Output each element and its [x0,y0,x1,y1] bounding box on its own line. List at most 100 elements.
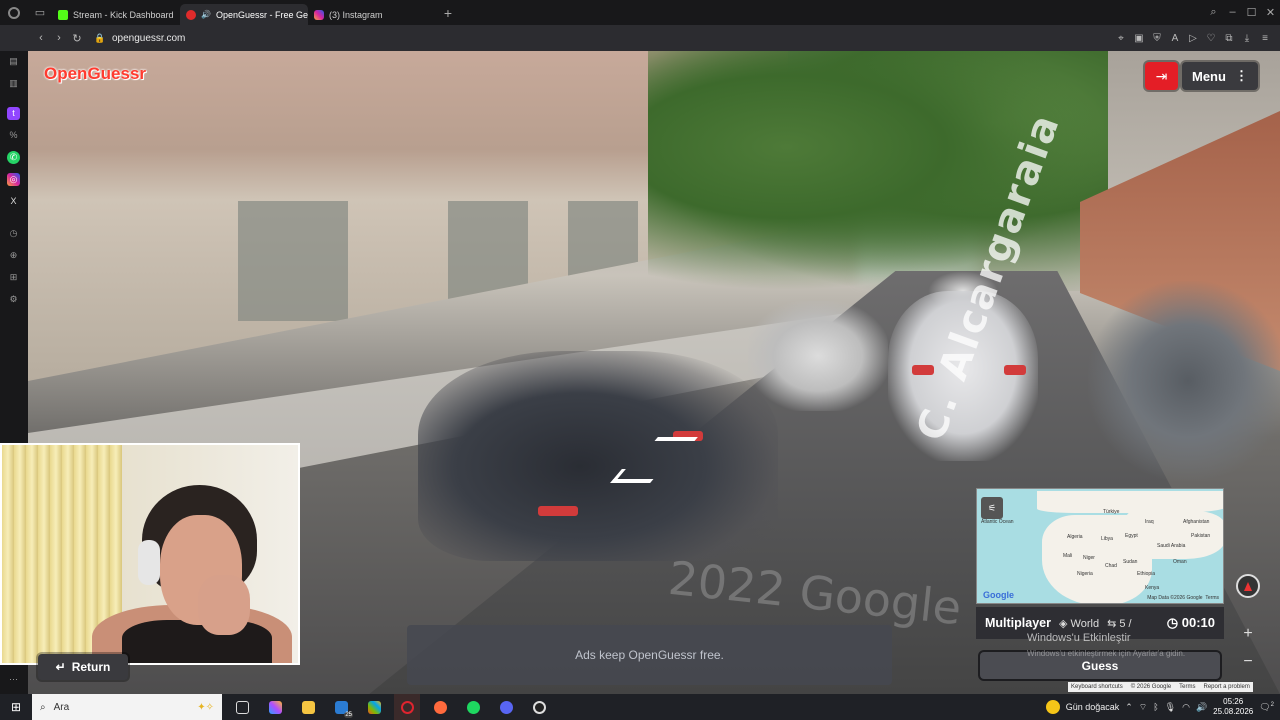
opera-taskbar-icon[interactable] [394,694,420,720]
maximize-icon[interactable]: ☐ [1242,6,1261,19]
search-tabs-icon[interactable]: ⌕ [1204,6,1223,19]
windows-taskbar: ⊞ ⌕ Ara ✦✧ 25 Gün doğacak ⌃ ⌔ ᛒ 🎙 ◠ 🔊 05… [0,694,1280,720]
keyboard-shortcuts-link[interactable]: Keyboard shortcuts [1071,684,1123,690]
adblock-icon[interactable]: ⛨ [1148,33,1166,44]
clock-icon: ◷ [1166,615,1179,630]
map-label: Ethiopia [1137,571,1156,577]
more-icon[interactable]: ⋯ [7,673,20,686]
copilot-sparkle-icon: ✦✧ [197,701,214,713]
webcam-overlay [0,443,300,665]
extensions-icon[interactable]: ⧉ [1220,33,1238,44]
map-settings-button[interactable]: ⚟ [981,497,1003,519]
map-footer: Keyboard shortcuts © 2026 Google Terms R… [1068,682,1253,692]
pin-icon[interactable]: ⌖ [1112,33,1130,44]
x-icon[interactable]: X [7,195,20,208]
taskbar-clock[interactable]: 05:26 25.08.2026 [1213,697,1253,717]
terms-link[interactable]: Terms [1179,684,1195,690]
search-icon: ⌕ [40,701,46,713]
parked-car [418,351,778,561]
obs-icon[interactable] [526,694,552,720]
map-label: Mali [1063,553,1073,559]
close-icon[interactable]: ✕ [1261,6,1280,19]
workspaces-icon[interactable]: ▭ [28,0,52,25]
guess-map[interactable]: Türkiye Atlantic Ocean Iraq Afghanistan … [976,488,1224,604]
downloads-icon[interactable]: ⊕ [7,249,20,262]
instagram-sidebar-icon[interactable]: ◎ [7,173,20,186]
instagram-icon [314,9,324,20]
menu-label: Menu [1192,68,1226,84]
taskbar-search[interactable]: ⌕ Ara ✦✧ [32,694,222,720]
map-label: Chad [1105,563,1117,569]
news-icon[interactable]: ▥ [7,77,20,90]
wifi-icon[interactable]: ◠ [1182,702,1190,713]
map-label: Egypt [1125,533,1138,539]
windows-activation-watermark: Windows'u Etkinleştir [1027,632,1131,644]
report-problem-link[interactable]: Report a problem [1204,684,1250,690]
copyright: © 2026 Google [1130,684,1172,690]
volume-icon[interactable]: 🔊 [1196,702,1207,713]
map-label: Pakistan [1191,533,1211,539]
mail-icon[interactable]: 25 [328,694,354,720]
weather-text[interactable]: Gün doğacak [1066,702,1120,712]
chevron-up-icon[interactable]: ⌃ [1125,702,1133,713]
windows-start-icon[interactable]: ⊞ [0,700,32,714]
snapshot-icon[interactable]: ▣ [1130,33,1148,44]
forward-icon[interactable]: › [50,32,68,44]
kebab-icon: ⋮ [1235,68,1248,83]
app-icon[interactable] [427,694,453,720]
whatsapp-icon[interactable]: ✆ [7,151,20,164]
zoom-in-button[interactable]: + [1238,624,1258,644]
compass-icon[interactable] [1236,574,1260,598]
tab-openguessr[interactable]: 🔊 OpenGuessr - Free Ge [180,4,308,25]
bluetooth-icon[interactable]: ᛒ [1153,702,1158,712]
sliders-icon: ⚟ [987,502,997,513]
translate-icon[interactable]: A [1166,33,1184,44]
map-label: Oman [1173,559,1187,565]
copilot-icon[interactable] [262,694,288,720]
minimize-icon[interactable]: – [1223,6,1242,19]
twitch-icon[interactable]: t [7,107,20,120]
return-label: Return [71,660,111,674]
system-tray: Gün doğacak ⌃ ⌔ ᛒ 🎙 ◠ 🔊 05:26 25.08.2026… [1045,697,1280,717]
lock-icon: 🔒 [94,32,106,43]
tab-label: (3) Instagram [329,9,383,20]
spotify-icon[interactable] [460,694,486,720]
exit-icon: ⇥ [1155,67,1168,84]
map-label: Nigeria [1077,571,1093,577]
store-icon[interactable] [361,694,387,720]
notifications-icon[interactable]: 🗨2 [1259,702,1274,713]
map-label: Atlantic Ocean [981,519,1014,525]
back-icon[interactable]: ‹ [32,32,50,44]
exit-game-button[interactable]: ⇥ [1145,62,1178,90]
url-field[interactable]: openguessr.com [112,33,185,44]
new-tab-button[interactable]: + [436,5,460,21]
settings-icon[interactable]: ⚙ [7,293,20,306]
reload-icon[interactable]: ↻ [68,32,86,45]
heart-icon[interactable]: ♡ [1202,33,1220,44]
search-placeholder: Ara [53,701,70,713]
headphones [138,540,160,585]
microphone-icon[interactable]: 🎙 [1165,702,1176,713]
map-label: Niger [1083,555,1095,561]
menu-button[interactable]: Menu ⋮ [1182,62,1258,90]
network-icon[interactable]: ⌔ [1139,702,1147,713]
extensions-sidebar-icon[interactable]: ⊞ [7,271,20,284]
download-icon[interactable]: ⤓ [1238,33,1256,44]
guess-label: Guess [1081,658,1119,673]
openguessr-logo: OpenGuessr [44,64,147,83]
map-label: Saudi Arabia [1157,543,1186,549]
player-icon[interactable]: ▷ [1184,33,1202,44]
history-icon[interactable]: ◷ [7,227,20,240]
file-explorer-icon[interactable] [295,694,321,720]
zoom-out-button[interactable]: − [1238,652,1258,672]
parked-car [748,301,888,411]
discord-icon[interactable] [493,694,519,720]
tab-instagram[interactable]: (3) Instagram [308,4,436,25]
easy-setup-icon[interactable]: ≡ [1256,33,1274,44]
tab-kick[interactable]: Stream - Kick Dashboard [52,4,180,25]
percent-icon[interactable]: % [7,129,20,142]
task-view-icon[interactable] [229,694,255,720]
return-button[interactable]: ↵ Return [38,654,128,680]
opera-logo-icon[interactable] [0,0,28,25]
speed-dial-icon[interactable]: ▤ [7,55,20,68]
